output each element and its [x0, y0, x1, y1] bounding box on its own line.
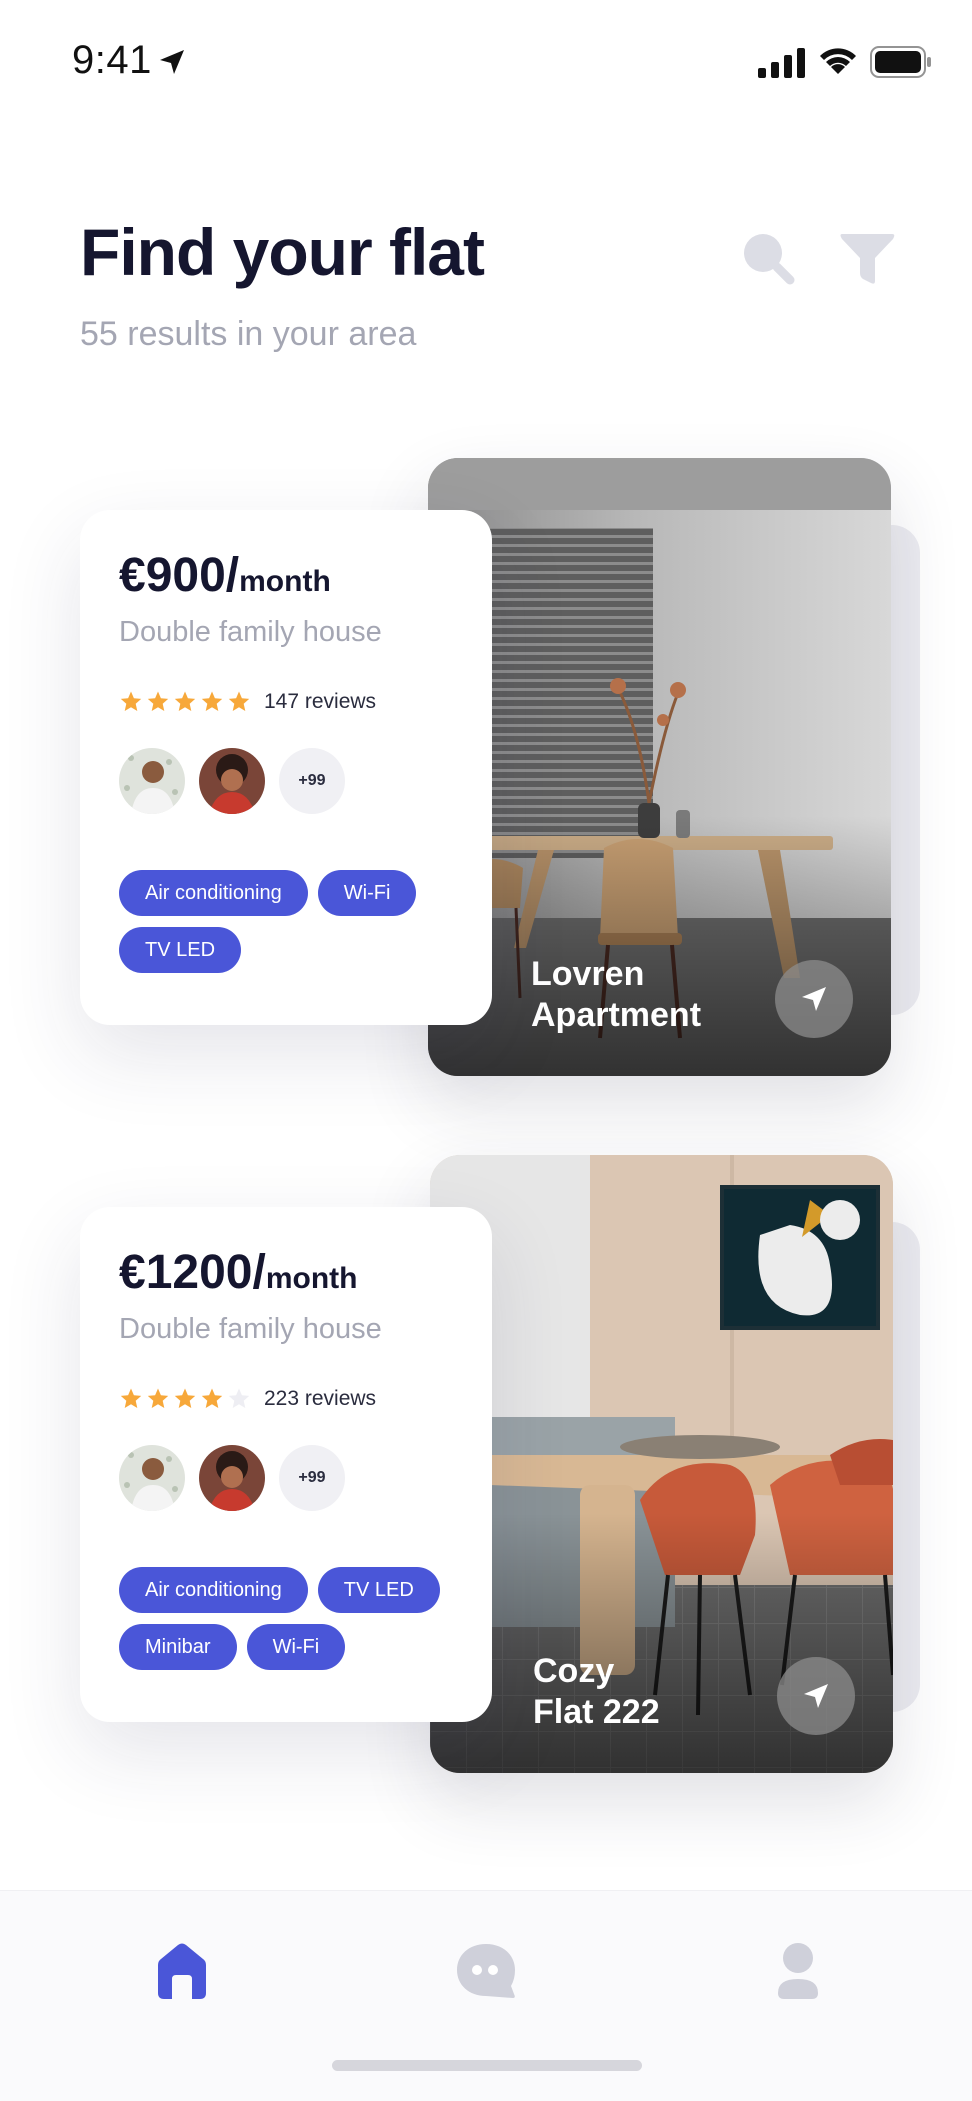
status-bar: 9:41	[0, 0, 972, 130]
amenity-tag[interactable]: Wi-Fi	[246, 1624, 346, 1670]
listing-photo[interactable]: Cozy Flat 222	[430, 1155, 893, 1773]
listing-card[interactable]: Lovren Apartment €900/month Double famil…	[0, 455, 972, 1095]
star-filled-icon	[201, 691, 223, 711]
star-filled-icon	[201, 1388, 223, 1408]
avatar	[199, 1445, 265, 1511]
listing-name: Cozy Flat 222	[533, 1652, 660, 1731]
listing-name: Lovren Apartment	[531, 955, 702, 1034]
battery-icon	[870, 46, 931, 78]
avatar	[199, 748, 265, 814]
wifi-icon	[820, 48, 856, 74]
amenity-tag[interactable]: TV LED	[119, 927, 242, 973]
star-filled-icon	[147, 691, 169, 711]
star-filled-icon	[147, 1388, 169, 1408]
status-time: 9:41	[72, 38, 152, 82]
avatar	[119, 1445, 185, 1511]
amenity-tag[interactable]: Wi-Fi	[317, 870, 417, 916]
star-filled-icon	[228, 691, 250, 711]
navigate-button[interactable]	[777, 1657, 855, 1735]
page-title: Find your flat	[80, 215, 485, 289]
avatar	[119, 748, 185, 814]
amenity-tag[interactable]: Minibar	[119, 1624, 237, 1670]
results-count: 55 results in your area	[80, 315, 417, 353]
tab-bar	[0, 1890, 972, 2101]
tab-chat[interactable]	[446, 1931, 526, 2011]
search-icon[interactable]	[738, 228, 798, 288]
more-viewers-badge[interactable]: +99	[279, 748, 345, 814]
location-arrow-icon	[160, 50, 184, 74]
home-icon	[158, 1943, 206, 1999]
amenities: Air conditioning TV LED Minibar Wi-Fi	[119, 1567, 479, 1681]
profile-icon	[778, 1943, 818, 1999]
star-rating	[119, 1387, 254, 1411]
tab-home[interactable]	[142, 1931, 222, 2011]
filter-icon[interactable]	[838, 228, 898, 288]
price: €1200/month	[119, 1246, 358, 1299]
amenity-tag[interactable]: Air conditioning	[119, 870, 308, 916]
listing-info-card[interactable]: €1200/month Double family house 223 revi…	[80, 1207, 492, 1722]
listing-photo[interactable]: Lovren Apartment	[428, 458, 891, 1076]
chat-icon	[457, 1944, 515, 1998]
reviews-count: 147 reviews	[264, 690, 377, 713]
home-indicator	[332, 2060, 642, 2071]
amenity-tag[interactable]: TV LED	[317, 1567, 440, 1613]
listing-info-card[interactable]: €900/month Double family house 147 revie…	[80, 510, 492, 1025]
property-type: Double family house	[119, 1313, 382, 1345]
star-filled-icon	[174, 691, 196, 711]
star-filled-icon	[174, 1388, 196, 1408]
reviews-count: 223 reviews	[264, 1387, 377, 1410]
navigation-arrow-icon	[804, 1684, 828, 1708]
rating: 223 reviews	[119, 1387, 376, 1411]
viewer-avatars: +99	[119, 1445, 359, 1511]
navigate-button[interactable]	[775, 960, 853, 1038]
viewer-avatars: +99	[119, 748, 359, 814]
cellular-signal-icon	[758, 48, 805, 78]
star-empty-icon	[228, 1388, 250, 1408]
rating: 147 reviews	[119, 690, 376, 714]
more-viewers-badge[interactable]: +99	[279, 1445, 345, 1511]
amenity-tag[interactable]: Air conditioning	[119, 1567, 308, 1613]
star-rating	[119, 690, 254, 714]
star-filled-icon	[120, 1388, 142, 1408]
property-type: Double family house	[119, 616, 382, 648]
amenities: Air conditioning Wi-Fi TV LED	[119, 870, 479, 984]
listing-card[interactable]: Cozy Flat 222 €1200/month Double family …	[0, 1152, 972, 1792]
tab-profile[interactable]	[758, 1931, 838, 2011]
price: €900/month	[119, 549, 331, 602]
navigation-arrow-icon	[802, 987, 826, 1011]
star-filled-icon	[120, 691, 142, 711]
